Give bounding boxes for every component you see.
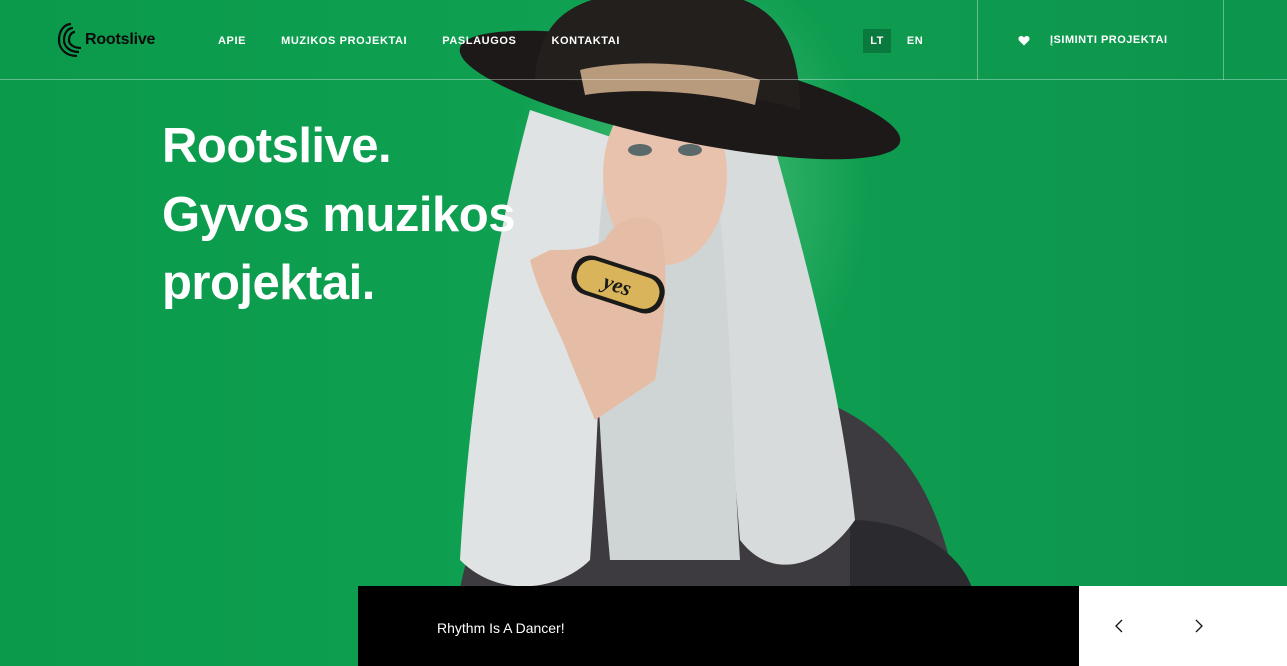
chevron-right-icon — [1195, 619, 1203, 633]
logo[interactable]: Rootslive — [55, 20, 155, 60]
slider-controls — [1079, 586, 1287, 666]
chevron-left-icon — [1115, 619, 1123, 633]
hero-line: projektai. — [162, 256, 375, 311]
hero-headline: Rootslive. Gyvos muzikos projektai. — [162, 112, 515, 318]
hero-line: Rootslive. — [162, 119, 392, 173]
slider-next-button[interactable] — [1189, 616, 1209, 636]
hero-line: Gyvos muzikos — [162, 187, 515, 242]
main-nav: APIE MUZIKOS PROJEKTAI PASLAUGOS KONTAKT… — [218, 35, 655, 47]
logo-text: Rootslive — [85, 31, 156, 48]
header-divider-right — [1223, 0, 1224, 80]
saved-projects-label: ĮSIMINTI PROJEKTAI — [1050, 34, 1168, 46]
hero-artist-image: yes — [450, 0, 975, 666]
site-header: Rootslive APIE MUZIKOS PROJEKTAI PASLAUG… — [0, 0, 1287, 80]
slider-prev-button[interactable] — [1109, 616, 1129, 636]
saved-projects-link[interactable]: ĮSIMINTI PROJEKTAI — [1018, 34, 1168, 46]
nav-item-muzikos-projektai[interactable]: MUZIKOS PROJEKTAI — [281, 35, 407, 47]
nav-item-paslaugos[interactable]: PASLAUGOS — [442, 35, 516, 47]
nav-item-apie[interactable]: APIE — [218, 35, 246, 47]
header-divider — [977, 0, 978, 80]
slide-caption: Rhythm Is A Dancer! — [437, 620, 565, 636]
lang-en[interactable]: EN — [901, 29, 929, 53]
language-switcher: LT EN — [863, 29, 939, 53]
lang-lt[interactable]: LT — [863, 29, 891, 53]
heart-icon — [1018, 35, 1030, 45]
nav-item-kontaktai[interactable]: KONTAKTAI — [551, 35, 620, 47]
sound-wave-logo-icon — [57, 22, 82, 58]
slide-caption-bar[interactable]: Rhythm Is A Dancer! — [358, 586, 1079, 666]
